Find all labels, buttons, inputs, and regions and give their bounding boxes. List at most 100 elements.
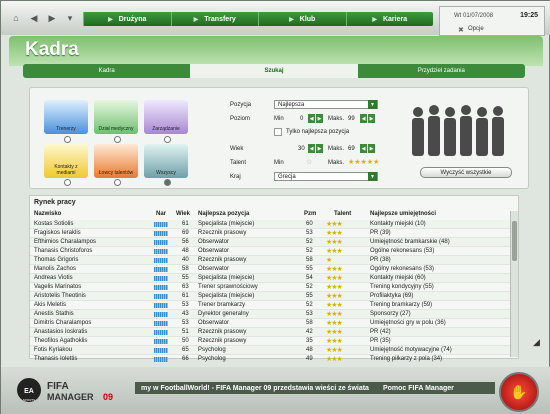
tab-kadra[interactable]: Kadra — [23, 64, 190, 78]
table-row[interactable]: Fotis Kyriakou 65 Psycholog 48 Umiejętność m… — [30, 346, 510, 355]
top-bar: ⌂ ◀ ▶ ▾ ▶ Drużyna ▶ Transfery ▶ Klub ▶ Karie… — [1, 1, 550, 36]
table-row[interactable]: Fragiskos Ieraklis 69 Rzecznik prasowy 53 PR… — [30, 229, 510, 238]
best-only-checkbox[interactable] — [274, 128, 282, 136]
row-age: 55 — [182, 275, 189, 281]
category-trenerzy[interactable]: Trenerzy — [44, 100, 88, 134]
talent-max-star-icon[interactable]: ★★★★★ — [348, 158, 379, 166]
talent-stars: ★★★ — [326, 311, 343, 318]
header-talent[interactable]: Talent — [334, 211, 351, 217]
row-name: Vagelis Marinatos — [34, 284, 82, 290]
radio-zarzadzanie[interactable] — [164, 136, 171, 143]
wiek-max-value: 69 — [348, 146, 355, 152]
row-name: Kostas Sotiolis — [34, 221, 74, 227]
nationality-flag-icon — [154, 285, 168, 290]
wiek-max-increase[interactable]: ▶ — [368, 144, 375, 153]
table-row[interactable]: Aristotelis Theotinis 61 Specjalista (miej… — [30, 292, 510, 301]
table-row[interactable]: Anastasios Ioskratis 51 Rzecznik prasowy 42… — [30, 328, 510, 337]
row-skill: Umiejętności gry w polu (36) — [370, 320, 446, 326]
row-skill: PR (42) — [370, 329, 391, 335]
row-name: Manolis Zachos — [34, 266, 77, 272]
menu-kariera[interactable]: ▶ Kariera — [345, 12, 434, 26]
header-pos[interactable]: Najlepsza pozycja — [198, 211, 249, 217]
radio-wszyscy[interactable] — [164, 179, 171, 186]
search-panel: Trenerzy Dział medyczny Zarządzanie Kont… — [29, 87, 529, 189]
menu-transfery[interactable]: ▶ Transfery — [170, 12, 259, 26]
table-row[interactable]: Andreas Viotis 55 Specjalista (miejscie) 54… — [30, 274, 510, 283]
radio-dzial-medyczny[interactable] — [114, 136, 121, 143]
svg-text:FIFA: FIFA — [47, 381, 69, 392]
poziom-min-decrease[interactable]: ◀ — [308, 114, 315, 123]
table-row[interactable]: Thanasis Iolettis 66 Psycholog 49 Trening pi… — [30, 355, 510, 364]
header-age[interactable]: Wiek — [176, 211, 190, 217]
table-row[interactable]: Anestis Stathis 43 Dyrektor generalny 53 Spo… — [30, 310, 510, 319]
row-age: 61 — [182, 293, 189, 299]
wiek-max-decrease[interactable]: ◀ — [360, 144, 367, 153]
poziom-min-increase[interactable]: ▶ — [316, 114, 323, 123]
home-icon[interactable]: ⌂ — [9, 12, 23, 24]
table-row[interactable]: Vagelis Marinatos 63 Trener sprawnościowy 5… — [30, 283, 510, 292]
news-ticker[interactable]: my w FootballWorld! - FIFA Manager 09 pr… — [135, 382, 495, 394]
row-name: Efthimios Charalampos — [34, 239, 97, 245]
talent-stars: ★★★ — [326, 239, 343, 246]
header-pzm[interactable]: Pzm — [304, 211, 316, 217]
table-row[interactable]: Akis Meletis 53 Trener bramkarzy 52 Trening … — [30, 301, 510, 310]
row-skill: Kontakty miejski (60) — [370, 275, 426, 281]
nationality-flag-icon — [154, 231, 168, 236]
table-row[interactable]: Thanasis Christoforos 48 Obserwator 52 Ogóln… — [30, 247, 510, 256]
wiek-min-decrease[interactable]: ◀ — [308, 144, 315, 153]
scroll-thumb[interactable] — [512, 221, 517, 261]
pozycja-select[interactable]: Najlepsza ▼ — [274, 100, 378, 109]
row-pzm: 53 — [306, 230, 313, 236]
history-icon[interactable]: ▾ — [63, 12, 77, 24]
table-title: Rynek pracy — [34, 199, 76, 206]
tab-szukaj[interactable]: Szukaj — [190, 64, 358, 78]
table-row[interactable]: Efthimios Charalampos 56 Obserwator 52 Umiej… — [30, 238, 510, 247]
category-dzial-medyczny[interactable]: Dział medyczny — [94, 100, 138, 134]
options-link[interactable]: Opcje — [468, 26, 484, 32]
poziom-max-decrease[interactable]: ◀ — [360, 114, 367, 123]
row-skill: Ogólne rekonesans (53) — [370, 248, 435, 254]
category-zarzadzanie[interactable]: Zarządzanie — [144, 100, 188, 134]
kraj-select[interactable]: Grecja ▼ — [274, 172, 378, 181]
category-kontakty-z-mediami[interactable]: Kontakty z mediami — [44, 144, 88, 178]
row-name: Dimitris Charalampos — [34, 320, 92, 326]
tab-przydziel-zadania[interactable]: Przydziel zadania — [358, 64, 525, 78]
row-age: 51 — [182, 329, 189, 335]
table-row[interactable]: Dimitris Charalampos 53 Obserwator 58 Umieję… — [30, 319, 510, 328]
table-row[interactable]: Theofilos Agathoklis 50 Rzecznik prasowy 35… — [30, 337, 510, 346]
header-skill[interactable]: Najlepsze umiejętności — [370, 211, 436, 217]
header-nar[interactable]: Nar — [156, 211, 166, 217]
radio-trenerzy[interactable] — [64, 136, 71, 143]
poziom-max-increase[interactable]: ▶ — [368, 114, 375, 123]
radio-kontakty[interactable] — [64, 179, 71, 186]
svg-text:EA: EA — [24, 388, 34, 395]
row-pzm: 48 — [306, 347, 313, 353]
category-lowcy-talentow[interactable]: Łowcy talentów — [94, 144, 138, 178]
header-name[interactable]: Nazwisko — [34, 211, 61, 217]
back-icon[interactable]: ◀ — [27, 12, 41, 24]
nationality-flag-icon — [154, 222, 168, 227]
category-wszyscy[interactable]: Wszyscy — [144, 144, 188, 178]
resize-icon[interactable]: ◢ — [533, 337, 543, 347]
table-row[interactable]: Manolis Zachos 58 Obserwator 55 Ogólny rekon… — [30, 265, 510, 274]
options-icon[interactable]: ✖ — [458, 26, 464, 34]
wiek-min-increase[interactable]: ▶ — [316, 144, 323, 153]
table-header: Nazwisko Nar Wiek Najlepsza pozycja Pzm … — [30, 211, 510, 220]
table-row[interactable]: Thomas Grigoris 40 Rzecznik prasowy 58 PR (3… — [30, 256, 510, 265]
menu-druzyna[interactable]: ▶ Drużyna — [83, 12, 171, 26]
talent-min-star-icon[interactable]: ☆ — [306, 158, 312, 166]
table-scrollbar[interactable] — [510, 211, 518, 357]
fifa-manager-logo: EA SPORTS FIFA MANAGER 09 — [17, 378, 113, 402]
row-pzm: 60 — [306, 221, 313, 227]
row-age: 58 — [182, 266, 189, 272]
clear-all-button[interactable]: Wyczyść wszystkie — [420, 167, 512, 178]
menu-klub[interactable]: ▶ Klub — [258, 12, 346, 26]
radio-lowcy[interactable] — [114, 179, 121, 186]
forward-icon[interactable]: ▶ — [45, 12, 59, 24]
table-row[interactable]: Kostas Sotiolis 61 Specjalista (miejscie) 6… — [30, 220, 510, 229]
row-name: Fragiskos Ieraklis — [34, 230, 81, 236]
help-button[interactable]: ✋ — [499, 372, 539, 412]
row-pzm: 42 — [306, 329, 313, 335]
row-skill: Ogólny rekonesans (53) — [370, 266, 435, 272]
row-skill: Trening piłkarzy z pola (34) — [370, 356, 443, 362]
